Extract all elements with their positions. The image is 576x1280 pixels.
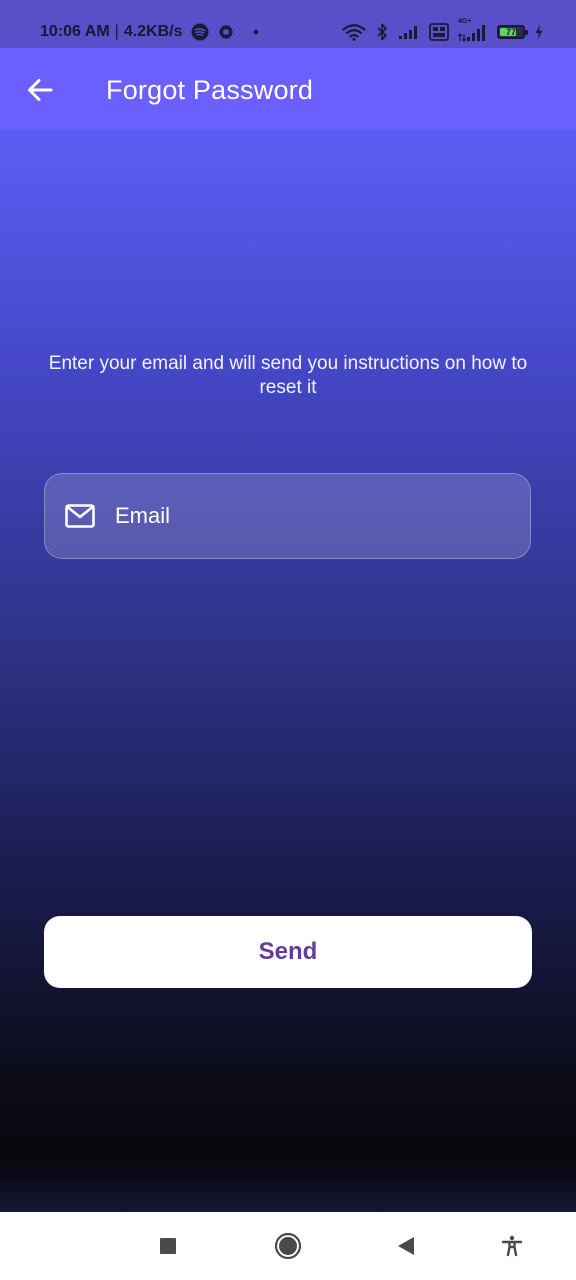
home-circle-icon (274, 1232, 302, 1260)
instructions-text: Enter your email and will send you instr… (48, 353, 528, 398)
battery-icon: 77 (497, 25, 528, 39)
bluetooth-icon (375, 23, 389, 41)
arrow-left-icon (28, 79, 53, 101)
volte-icon (429, 23, 449, 41)
battery-level: 77 (505, 27, 516, 37)
recents-square-icon (160, 1238, 176, 1254)
app-bar: Forgot Password (0, 48, 576, 130)
accessibility-button[interactable] (492, 1226, 532, 1266)
status-bar: 10:06 AM | 4.2KB/s 4G+ 77 (0, 0, 576, 48)
forgot-password-screen: 10:06 AM | 4.2KB/s 4G+ 77 Forgot Passwor… (0, 0, 576, 1280)
status-left: 10:06 AM | 4.2KB/s (40, 20, 259, 44)
status-time: 10:06 AM (40, 23, 110, 40)
spotify-icon (191, 23, 209, 41)
status-right: 4G+ 77 (342, 18, 544, 44)
status-network-speed: 4.2KB/s (123, 23, 183, 40)
dot-icon (253, 29, 259, 35)
back-triangle-icon (398, 1237, 414, 1255)
back-button[interactable] (20, 70, 60, 110)
recents-button[interactable] (148, 1226, 188, 1266)
signal-icon (398, 24, 420, 40)
charging-icon (534, 23, 544, 41)
email-field[interactable] (44, 473, 531, 559)
signal-4g-icon: 4G+ (458, 18, 488, 42)
gear-icon (217, 23, 235, 41)
wifi-icon (342, 23, 366, 41)
home-button[interactable] (268, 1226, 308, 1266)
accessibility-icon (501, 1235, 523, 1257)
mail-icon (65, 504, 95, 528)
status-separator: | (114, 23, 119, 40)
back-nav-button[interactable] (386, 1226, 426, 1266)
page-title: Forgot Password (106, 75, 314, 105)
navigation-bar (0, 1212, 576, 1280)
send-button[interactable]: Send (44, 916, 532, 988)
email-input[interactable] (115, 474, 515, 558)
